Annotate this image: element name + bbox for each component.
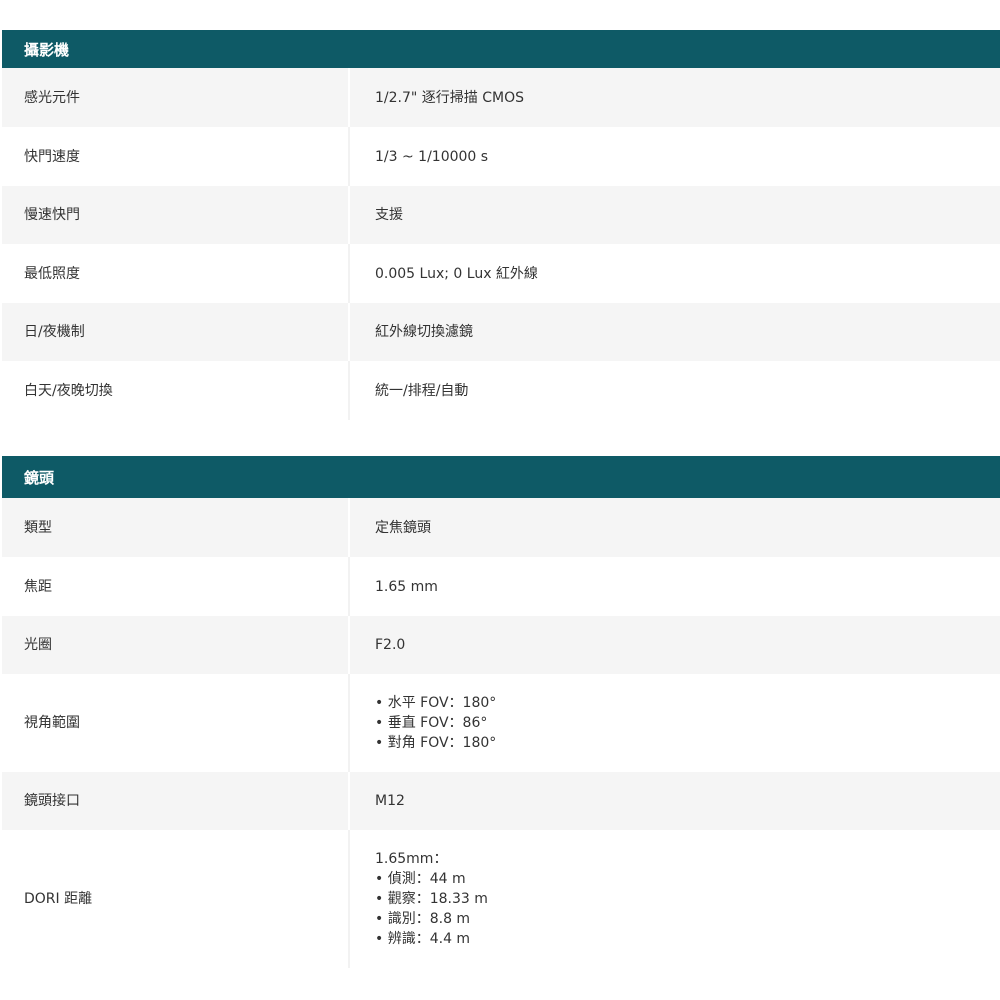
spec-value-line: • 識別：8.8 m (375, 911, 471, 927)
spec-value-line: 定焦鏡頭 (375, 519, 431, 536)
spec-value: 定焦鏡頭 (348, 498, 1000, 557)
spec-value-line: 1.65 mm (375, 578, 438, 595)
table-row: 類型 定焦鏡頭 (2, 498, 1000, 557)
spec-value-line: M12 (375, 793, 405, 809)
lens-section-header: 鏡頭 (2, 456, 1000, 498)
spec-label: 焦距 (2, 557, 348, 616)
spec-value: 1.65mm： • 偵測：44 m • 觀察：18.33 m • 識別：8.8 … (348, 830, 1000, 968)
spec-value: 支援 (348, 186, 1000, 244)
spec-value: • 水平 FOV：180° • 垂直 FOV：86° • 對角 FOV：180° (348, 674, 1000, 772)
spec-label: 快門速度 (2, 127, 348, 186)
spec-value: 0.005 Lux; 0 Lux 紅外線 (348, 244, 1000, 303)
spec-label: 慢速快門 (2, 186, 348, 244)
table-row: 感光元件 1/2.7" 逐行掃描 CMOS (2, 68, 1000, 127)
table-row: 日/夜機制 紅外線切換濾鏡 (2, 303, 1000, 361)
spec-value-line: 紅外線切換濾鏡 (375, 324, 473, 340)
spec-value-line: • 對角 FOV：180° (375, 735, 497, 751)
spec-value-line: 1.65mm： (375, 851, 448, 867)
table-row: 視角範圍 • 水平 FOV：180° • 垂直 FOV：86° • 對角 FOV… (2, 674, 1000, 772)
table-row: 最低照度 0.005 Lux; 0 Lux 紅外線 (2, 244, 1000, 303)
spec-value: 紅外線切換濾鏡 (348, 303, 1000, 361)
spec-value-line: 1/3 ~ 1/10000 s (375, 148, 489, 165)
spec-value-line: 統一/排程/自動 (375, 382, 469, 399)
spec-label: 光圈 (2, 616, 348, 674)
table-row: 快門速度 1/3 ~ 1/10000 s (2, 127, 1000, 186)
spec-value: F2.0 (348, 616, 1000, 674)
table-row: 慢速快門 支援 (2, 186, 1000, 244)
table-row: DORI 距離 1.65mm： • 偵測：44 m • 觀察：18.33 m •… (2, 830, 1000, 968)
camera-section-header: 攝影機 (2, 30, 1000, 68)
spec-label: 類型 (2, 498, 348, 557)
spec-label: 感光元件 (2, 68, 348, 127)
spec-label: 日/夜機制 (2, 303, 348, 361)
spec-value: 1/2.7" 逐行掃描 CMOS (348, 68, 1000, 127)
spec-value-line: • 觀察：18.33 m (375, 891, 488, 907)
spec-value-line: • 偵測：44 m (375, 871, 466, 887)
lens-spec-section: 鏡頭 類型 定焦鏡頭 焦距 1.65 mm 光圈 F2.0 視角範圍 • 水平 … (2, 456, 1000, 968)
spec-label: 白天/夜晚切換 (2, 361, 348, 420)
table-row: 白天/夜晚切換 統一/排程/自動 (2, 361, 1000, 420)
spec-value-line: 0.005 Lux; 0 Lux 紅外線 (375, 265, 538, 282)
table-row: 光圈 F2.0 (2, 616, 1000, 674)
spec-label: 鏡頭接口 (2, 772, 348, 830)
spec-value: 1/3 ~ 1/10000 s (348, 127, 1000, 186)
spec-value: 統一/排程/自動 (348, 361, 1000, 420)
spec-label: 視角範圍 (2, 674, 348, 772)
camera-spec-section: 攝影機 感光元件 1/2.7" 逐行掃描 CMOS 快門速度 1/3 ~ 1/1… (2, 30, 1000, 420)
lens-spec-table: 類型 定焦鏡頭 焦距 1.65 mm 光圈 F2.0 視角範圍 • 水平 FOV… (2, 498, 1000, 968)
camera-spec-table: 感光元件 1/2.7" 逐行掃描 CMOS 快門速度 1/3 ~ 1/10000… (2, 68, 1000, 420)
spec-value-line: F2.0 (375, 637, 406, 653)
table-row: 焦距 1.65 mm (2, 557, 1000, 616)
spec-value-line: 支援 (375, 207, 403, 223)
spec-value-line: • 垂直 FOV：86° (375, 715, 488, 731)
spec-value-line: • 水平 FOV：180° (375, 695, 497, 711)
spec-label: 最低照度 (2, 244, 348, 303)
spec-value-line: • 辨識：4.4 m (375, 931, 471, 947)
spec-label: DORI 距離 (2, 830, 348, 968)
spec-value-line: 1/2.7" 逐行掃描 CMOS (375, 89, 524, 106)
spec-value: 1.65 mm (348, 557, 1000, 616)
spec-value: M12 (348, 772, 1000, 830)
table-row: 鏡頭接口 M12 (2, 772, 1000, 830)
